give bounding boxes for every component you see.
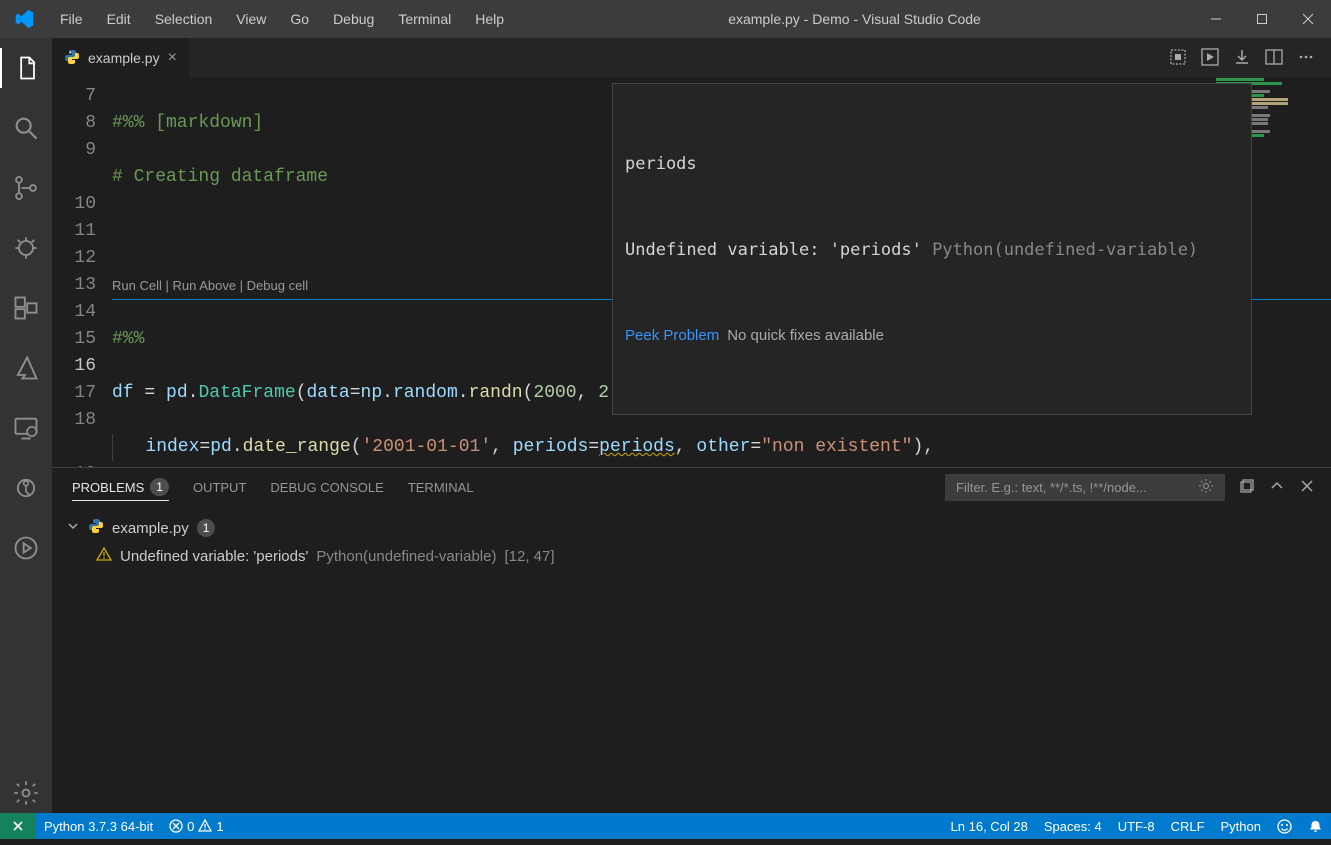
download-icon[interactable] [1233, 48, 1251, 69]
activity-bar [0, 38, 52, 813]
problem-file-row[interactable]: example.py 1 [66, 514, 1317, 542]
problems-filter-input[interactable]: Filter. E.g.: text, **/*.ts, !**/node... [945, 474, 1225, 501]
minimize-button[interactable] [1193, 0, 1239, 38]
panel-chevron-up-icon[interactable] [1269, 478, 1285, 497]
split-editor-icon[interactable] [1265, 48, 1283, 69]
menu-file[interactable]: File [48, 0, 95, 38]
extensions-icon[interactable] [0, 288, 52, 328]
codelens-run-cell[interactable]: Run Cell | Run Above | Debug cell [112, 278, 308, 293]
close-button[interactable] [1285, 0, 1331, 38]
peek-problem-link[interactable]: Peek Problem [625, 327, 719, 344]
problem-source: Python(undefined-variable) [316, 548, 496, 565]
problem-file-name: example.py [112, 520, 189, 537]
window-controls [1193, 0, 1331, 38]
maximize-button[interactable] [1239, 0, 1285, 38]
editor-tabs: example.py × [52, 38, 1331, 78]
chevron-down-icon [66, 519, 80, 537]
hover-source: Python(undefined-variable) [932, 240, 1198, 260]
settings-gear-icon[interactable] [0, 773, 52, 813]
problem-file-count: 1 [197, 519, 216, 537]
explorer-icon[interactable] [0, 48, 52, 88]
python-file-icon [88, 518, 104, 538]
panel-tab-debug-console[interactable]: Debug Console [270, 480, 383, 495]
python-file-icon [64, 49, 80, 68]
remote-explorer-icon[interactable] [0, 408, 52, 448]
code-editor[interactable]: 78910111213141516171819 #%% [markdown] #… [52, 78, 1331, 467]
no-quick-fix-text: No quick fixes available [727, 327, 884, 344]
line-numbers-gutter: 78910111213141516171819 [52, 78, 112, 467]
menu-help[interactable]: Help [463, 0, 516, 38]
menu-go[interactable]: Go [278, 0, 321, 38]
tab-close-icon[interactable]: × [168, 49, 177, 67]
hover-title: periods [625, 150, 1239, 179]
problem-message: Undefined variable: 'periods' [120, 548, 308, 565]
run-cell-icon[interactable] [1201, 48, 1219, 69]
tab-label: example.py [88, 50, 160, 66]
status-bar: Python 3.7.3 64-bit 0 1 Ln 16, Col 28 Sp… [0, 813, 1331, 839]
menu-view[interactable]: View [224, 0, 278, 38]
status-spaces[interactable]: Spaces: 4 [1036, 813, 1110, 839]
liveshare-icon[interactable] [0, 528, 52, 568]
menu-terminal[interactable]: Terminal [386, 0, 463, 38]
remote-button[interactable] [0, 813, 36, 839]
more-actions-icon[interactable] [1297, 48, 1315, 69]
status-python-interpreter[interactable]: Python 3.7.3 64-bit [36, 813, 161, 839]
problem-location: [12, 47] [504, 548, 554, 565]
menu-edit[interactable]: Edit [95, 0, 143, 38]
status-ln-col[interactable]: Ln 16, Col 28 [943, 813, 1036, 839]
window-title: example.py - Demo - Visual Studio Code [516, 11, 1193, 27]
main-menu: File Edit Selection View Go Debug Termin… [48, 0, 516, 38]
bottom-panel: Problems1 Output Debug Console Terminal … [52, 467, 1331, 813]
problem-item-row[interactable]: Undefined variable: 'periods' Python(und… [66, 542, 1317, 570]
status-problems[interactable]: 0 1 [161, 813, 231, 839]
menu-selection[interactable]: Selection [143, 0, 225, 38]
status-bell-icon[interactable] [1300, 813, 1331, 839]
panel-tab-terminal[interactable]: Terminal [408, 480, 474, 495]
status-language[interactable]: Python [1213, 813, 1269, 839]
hover-tooltip: periods Undefined variable: 'periods' Py… [612, 83, 1252, 415]
azure-icon[interactable] [0, 348, 52, 388]
panel-tab-output[interactable]: Output [193, 480, 246, 495]
debug-icon[interactable] [0, 228, 52, 268]
menu-debug[interactable]: Debug [321, 0, 386, 38]
filter-settings-icon[interactable] [1198, 478, 1214, 497]
panel-tab-problems[interactable]: Problems1 [72, 478, 169, 501]
gitlens-icon[interactable] [0, 468, 52, 508]
status-feedback-icon[interactable] [1269, 813, 1300, 839]
code-content[interactable]: #%% [markdown] # Creating dataframe Run … [112, 78, 1331, 467]
titlebar: File Edit Selection View Go Debug Termin… [0, 0, 1331, 38]
hover-message: Undefined variable: 'periods' [625, 240, 922, 260]
tab-example-py[interactable]: example.py × [52, 38, 190, 78]
status-eol[interactable]: CRLF [1163, 813, 1213, 839]
warning-icon [96, 546, 112, 566]
panel-close-icon[interactable] [1299, 478, 1315, 497]
collapse-all-icon[interactable] [1239, 478, 1255, 497]
search-icon[interactable] [0, 108, 52, 148]
vscode-logo-icon [0, 8, 48, 30]
show-variables-icon[interactable] [1169, 48, 1187, 69]
status-encoding[interactable]: UTF-8 [1110, 813, 1163, 839]
source-control-icon[interactable] [0, 168, 52, 208]
